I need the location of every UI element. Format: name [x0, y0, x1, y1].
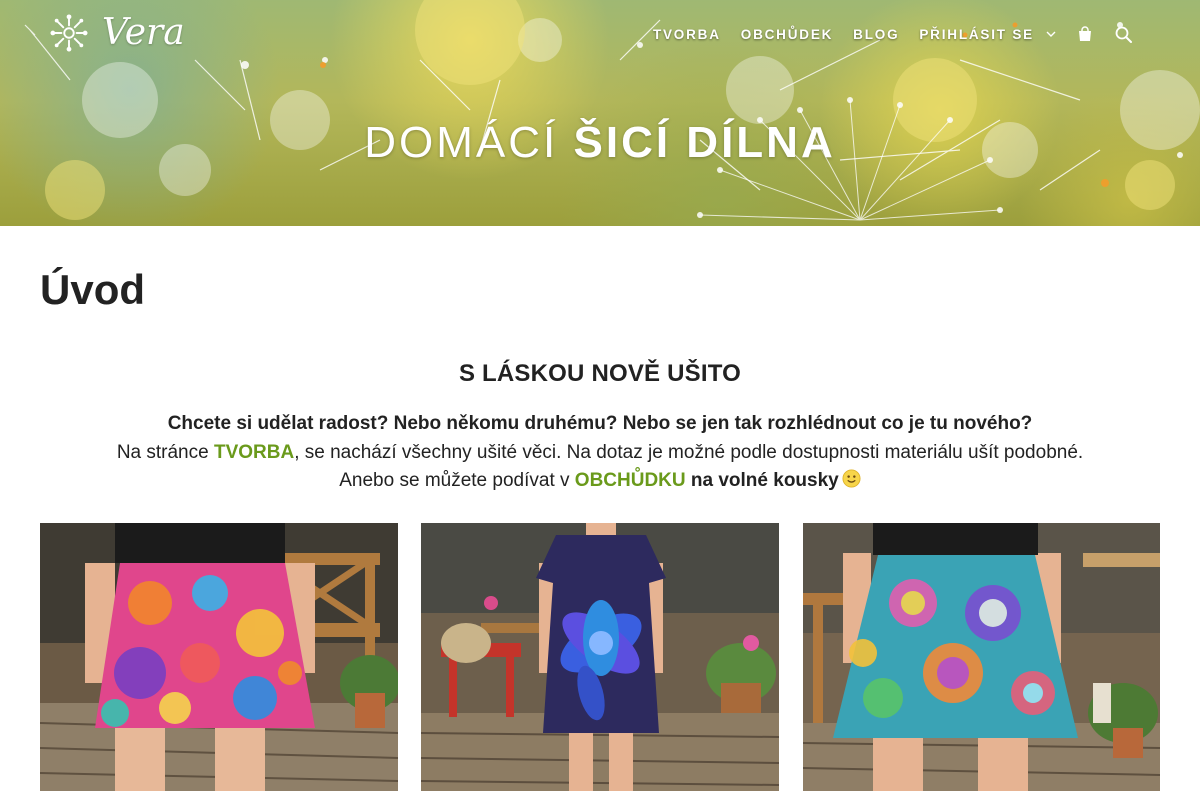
hero-title-light: DOMÁCÍ [364, 118, 559, 167]
tvorba-link[interactable]: TVORBA [214, 442, 294, 463]
hero-title: DOMÁCÍ ŠICÍ DÍLNA [0, 118, 1200, 168]
product-image-mandala-skirt[interactable] [803, 523, 1160, 791]
hero-title-bold: ŠICÍ DÍLNA [573, 118, 836, 167]
intro-line-3-suffix: na volné kousky [685, 470, 839, 491]
intro-line-3: Anebo se můžete podívat v OBCHŮDKU na vo… [0, 467, 1200, 496]
intro-text: Chcete si udělat radost? Nebo někomu dru… [0, 410, 1200, 496]
page-title: Úvod [40, 266, 145, 313]
logo-text: Vera [102, 12, 185, 53]
intro-line-2-prefix: Na stránce [116, 441, 214, 463]
nav-item-login[interactable]: PŘIHLÁSIT SE [919, 27, 1056, 42]
shopping-bag-icon[interactable] [1076, 25, 1094, 43]
intro-line-3-prefix: Anebo se můžete podívat v [339, 470, 575, 491]
snowflake-flower-icon [50, 14, 88, 52]
nav-item-tvorba[interactable]: TVORBA [653, 27, 721, 42]
intro-line-1: Chcete si udělat radost? Nebo někomu dru… [0, 410, 1200, 439]
obchudek-link[interactable]: OBCHŮDKU [575, 470, 686, 491]
intro-line-2-suffix: , se nachází všechny ušité věci. Na dota… [294, 441, 1084, 463]
product-gallery [40, 523, 1160, 800]
site-logo[interactable]: Vera [50, 12, 185, 54]
main-navigation: TVORBA OBCHŮDEK BLOG PŘIHLÁSIT SE [653, 22, 1132, 46]
product-image-flower-dress[interactable] [421, 523, 779, 791]
chevron-down-icon [1046, 31, 1056, 37]
search-icon[interactable] [1114, 25, 1132, 43]
nav-item-login-label: PŘIHLÁSIT SE [919, 26, 1034, 42]
section-heading: S LÁSKOU NOVĚ UŠITO [458, 360, 742, 387]
nav-item-blog[interactable]: BLOG [853, 27, 899, 42]
intro-question: Chcete si udělat radost? Nebo někomu dru… [167, 413, 1033, 434]
smiley-icon [842, 469, 861, 488]
intro-line-2: Na stránce TVORBA, se nachází všechny uš… [0, 439, 1200, 468]
product-image-floral-skirt[interactable] [40, 523, 398, 791]
site-header: Vera TVORBA OBCHŮDEK BLOG PŘIHLÁSIT SE D… [0, 0, 1200, 226]
nav-item-obchudek[interactable]: OBCHŮDEK [741, 27, 833, 42]
